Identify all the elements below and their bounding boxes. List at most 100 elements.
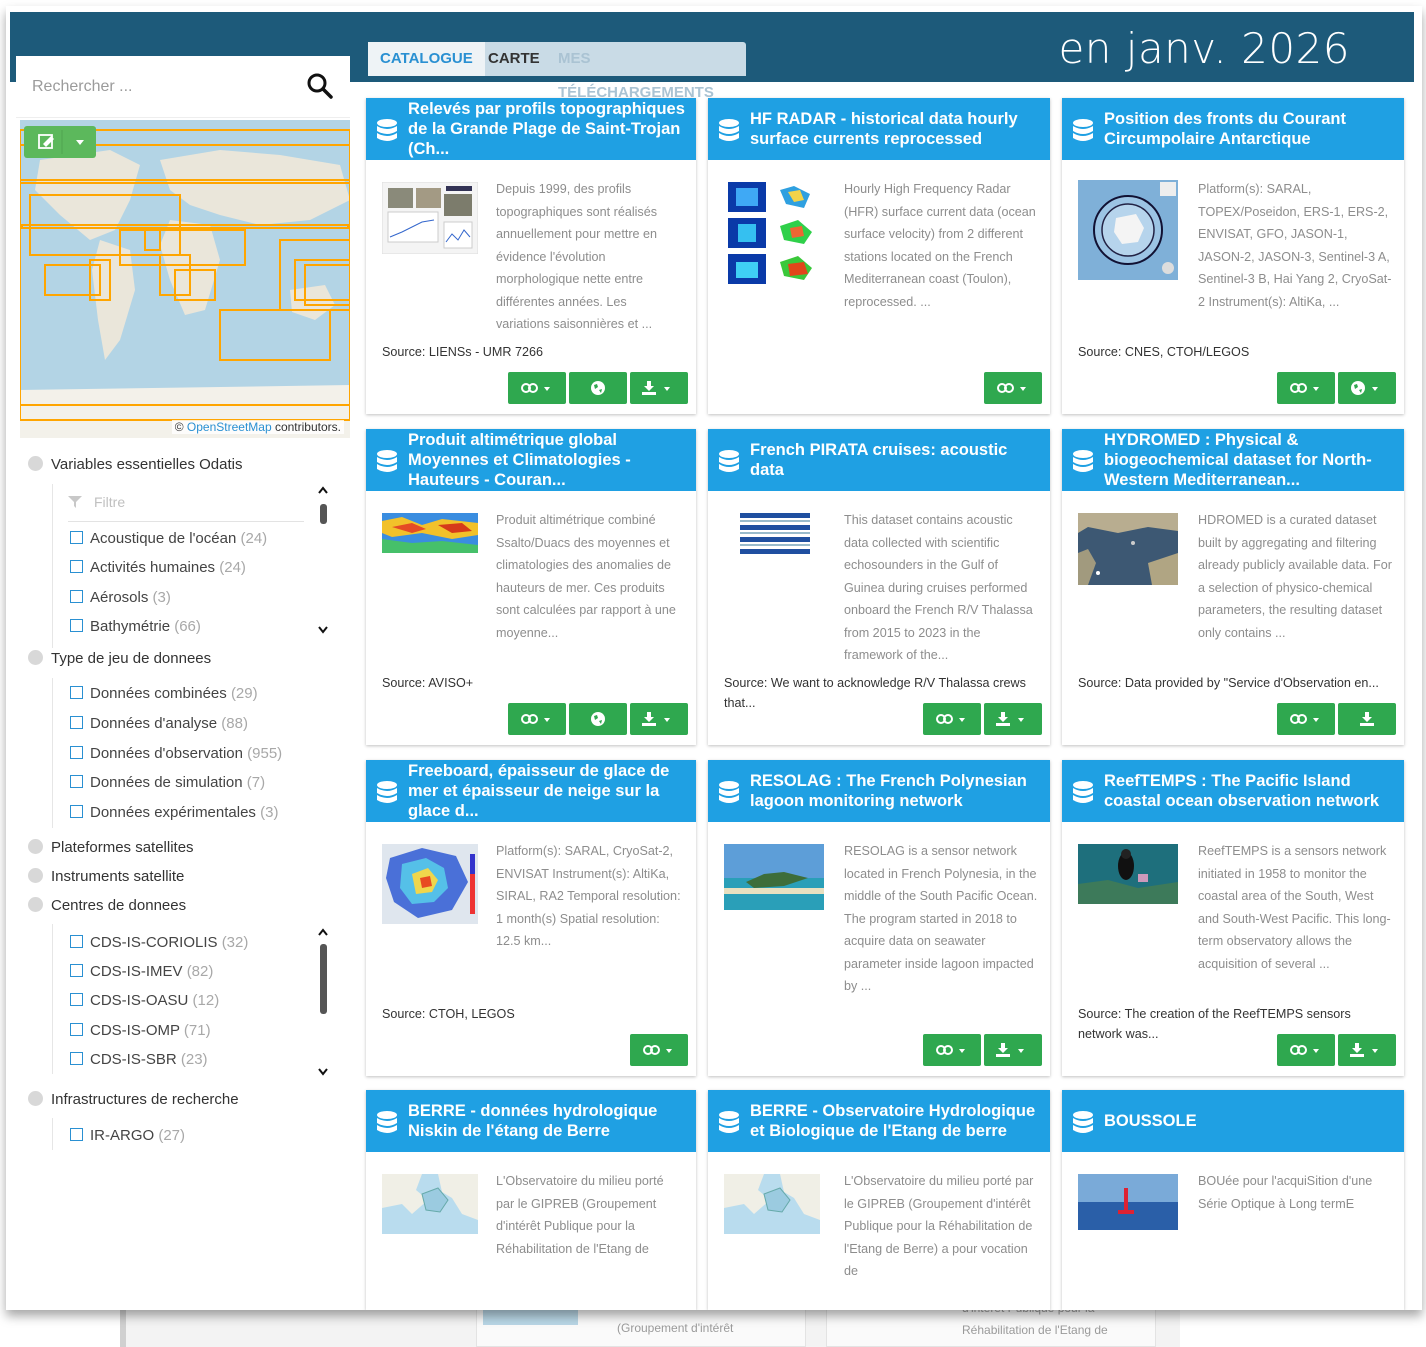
checkbox[interactable] xyxy=(70,619,83,632)
search-input[interactable] xyxy=(32,74,292,100)
filter-option[interactable]: CDS-IS-CORIOLIS (32) xyxy=(70,934,248,951)
dataset-card[interactable]: Produit altimétrique global Moyennes et … xyxy=(366,429,696,745)
link-dropdown-button[interactable] xyxy=(630,1034,688,1066)
card-title[interactable]: Position des fronts du Courant Circumpol… xyxy=(1104,98,1394,160)
dataset-card[interactable]: Position des fronts du Courant Circumpol… xyxy=(1062,98,1404,414)
dataset-card[interactable]: French PIRATA cruises: acoustic data Thi… xyxy=(708,429,1050,745)
filter-option[interactable]: Données de simulation (7) xyxy=(70,774,265,791)
link-dropdown-button[interactable] xyxy=(508,703,566,735)
filter-option[interactable]: Activités humaines (24) xyxy=(70,559,246,576)
filter-option[interactable]: Acoustique de l'océan (24) xyxy=(70,530,267,547)
dataset-card[interactable]: Relevés par profils topographiques de la… xyxy=(366,98,696,414)
map-canvas[interactable] xyxy=(20,120,350,438)
scrollbar[interactable] xyxy=(318,928,328,1078)
filter-option[interactable]: Données d'observation (955) xyxy=(70,745,282,762)
card-title[interactable]: BERRE - données hydrologique Niskin de l… xyxy=(408,1090,686,1152)
checkbox[interactable] xyxy=(70,746,83,759)
card-header[interactable]: HF RADAR - historical data hourly surfac… xyxy=(708,98,1050,160)
scrollbar-thumb[interactable] xyxy=(320,504,327,524)
link-dropdown-button[interactable] xyxy=(923,703,981,735)
filter-option[interactable]: CDS-IS-IMEV (82) xyxy=(70,963,213,980)
download-dropdown-button[interactable] xyxy=(984,703,1042,735)
openstreetmap-link[interactable]: OpenStreetMap xyxy=(187,420,272,434)
checkbox[interactable] xyxy=(70,805,83,818)
dataset-card[interactable]: BERRE - données hydrologique Niskin de l… xyxy=(366,1090,696,1310)
card-header[interactable]: Relevés par profils topographiques de la… xyxy=(366,98,696,160)
card-header[interactable]: Freeboard, épaisseur de glace de mer et … xyxy=(366,760,696,822)
filter-option[interactable]: IR-ARGO (27) xyxy=(70,1127,185,1144)
filter-option[interactable]: Données expérimentales (3) xyxy=(70,804,278,821)
scroll-down-icon[interactable] xyxy=(318,1068,328,1076)
filter-input[interactable]: Filtre xyxy=(68,494,298,520)
filter-option[interactable]: CDS-IS-OMP (71) xyxy=(70,1022,211,1039)
card-title[interactable]: ReefTEMPS : The Pacific Island coastal o… xyxy=(1104,760,1394,822)
card-title[interactable]: French PIRATA cruises: acoustic data xyxy=(750,429,1040,491)
link-dropdown-button[interactable] xyxy=(1277,1034,1335,1066)
link-dropdown-button[interactable] xyxy=(508,372,566,404)
filter-group-plateformes[interactable]: Plateformes satellites xyxy=(28,839,194,856)
checkbox[interactable] xyxy=(70,590,83,603)
checkbox[interactable] xyxy=(70,560,83,573)
checkbox[interactable] xyxy=(70,1052,83,1065)
link-dropdown-button[interactable] xyxy=(984,372,1042,404)
card-title[interactable]: BERRE - Observatoire Hydrologique et Bio… xyxy=(750,1090,1040,1152)
download-button[interactable] xyxy=(1338,703,1396,735)
checkbox[interactable] xyxy=(70,964,83,977)
scrollbar[interactable] xyxy=(318,486,328,636)
link-dropdown-button[interactable] xyxy=(1277,372,1335,404)
scroll-up-icon[interactable] xyxy=(318,928,328,936)
card-header[interactable]: Produit altimétrique global Moyennes et … xyxy=(366,429,696,491)
card-title[interactable]: Produit altimétrique global Moyennes et … xyxy=(408,429,686,491)
checkbox[interactable] xyxy=(70,775,83,788)
tab-catalogue[interactable]: CATALOGUE xyxy=(368,42,485,76)
globe-button[interactable] xyxy=(569,372,627,404)
filter-option[interactable]: CDS-IS-SBR (23) xyxy=(70,1051,208,1068)
search-icon[interactable] xyxy=(306,72,334,100)
card-header[interactable]: Position des fronts du Courant Circumpol… xyxy=(1062,98,1404,160)
filter-group-centres[interactable]: Centres de donnees xyxy=(28,897,186,914)
card-header[interactable]: French PIRATA cruises: acoustic data xyxy=(708,429,1050,491)
filter-option[interactable]: Bathymétrie (66) xyxy=(70,618,201,635)
dataset-card[interactable]: BOUSSOLE BOUée pour l'acquiSition d'une … xyxy=(1062,1090,1404,1310)
card-header[interactable]: HYDROMED : Physical & biogeochemical dat… xyxy=(1062,429,1404,491)
card-header[interactable]: ReefTEMPS : The Pacific Island coastal o… xyxy=(1062,760,1404,822)
checkbox[interactable] xyxy=(70,1128,83,1141)
checkbox[interactable] xyxy=(70,716,83,729)
dataset-card[interactable]: Freeboard, épaisseur de glace de mer et … xyxy=(366,760,696,1076)
map-draw-tool-button[interactable] xyxy=(24,126,96,158)
filter-group-instruments[interactable]: Instruments satellite xyxy=(28,868,184,885)
filter-option[interactable]: Données combinées (29) xyxy=(70,685,258,702)
filter-option[interactable]: CDS-IS-OASU (12) xyxy=(70,992,219,1009)
scrollbar-thumb[interactable] xyxy=(320,944,327,1014)
card-header[interactable]: BERRE - Observatoire Hydrologique et Bio… xyxy=(708,1090,1050,1152)
checkbox[interactable] xyxy=(70,1023,83,1036)
checkbox[interactable] xyxy=(70,993,83,1006)
card-header[interactable]: BERRE - données hydrologique Niskin de l… xyxy=(366,1090,696,1152)
download-dropdown-button[interactable] xyxy=(1338,1034,1396,1066)
world-map[interactable]: © OpenStreetMap contributors. xyxy=(20,120,350,438)
dataset-card[interactable]: BERRE - Observatoire Hydrologique et Bio… xyxy=(708,1090,1050,1310)
dataset-card[interactable]: RESOLAG : The French Polynesian lagoon m… xyxy=(708,760,1050,1076)
card-title[interactable]: Freeboard, épaisseur de glace de mer et … xyxy=(408,760,686,822)
checkbox[interactable] xyxy=(70,686,83,699)
download-dropdown-button[interactable] xyxy=(630,703,688,735)
card-header[interactable]: BOUSSOLE xyxy=(1062,1090,1404,1152)
checkbox[interactable] xyxy=(70,935,83,948)
tab-mes-telechargements[interactable]: MES TÉLÉCHARGEMENTS xyxy=(546,42,746,101)
dataset-card[interactable]: HF RADAR - historical data hourly surfac… xyxy=(708,98,1050,414)
filter-group-variables[interactable]: Variables essentielles Odatis xyxy=(28,456,242,473)
download-dropdown-button[interactable] xyxy=(630,372,688,404)
scroll-up-icon[interactable] xyxy=(318,486,328,494)
card-title[interactable]: HYDROMED : Physical & biogeochemical dat… xyxy=(1104,429,1394,491)
tab-carte[interactable]: CARTE xyxy=(476,42,552,76)
scroll-down-icon[interactable] xyxy=(318,626,328,634)
filter-option[interactable]: Données d'analyse (88) xyxy=(70,715,248,732)
card-header[interactable]: RESOLAG : The French Polynesian lagoon m… xyxy=(708,760,1050,822)
card-title[interactable]: HF RADAR - historical data hourly surfac… xyxy=(750,98,1040,160)
filter-option[interactable]: Aérosols (3) xyxy=(70,589,171,606)
card-title[interactable]: BOUSSOLE xyxy=(1104,1090,1394,1152)
filter-group-infrastructures[interactable]: Infrastructures de recherche xyxy=(28,1091,239,1108)
link-dropdown-button[interactable] xyxy=(1277,703,1335,735)
checkbox[interactable] xyxy=(70,531,83,544)
card-title[interactable]: Relevés par profils topographiques de la… xyxy=(408,98,686,160)
